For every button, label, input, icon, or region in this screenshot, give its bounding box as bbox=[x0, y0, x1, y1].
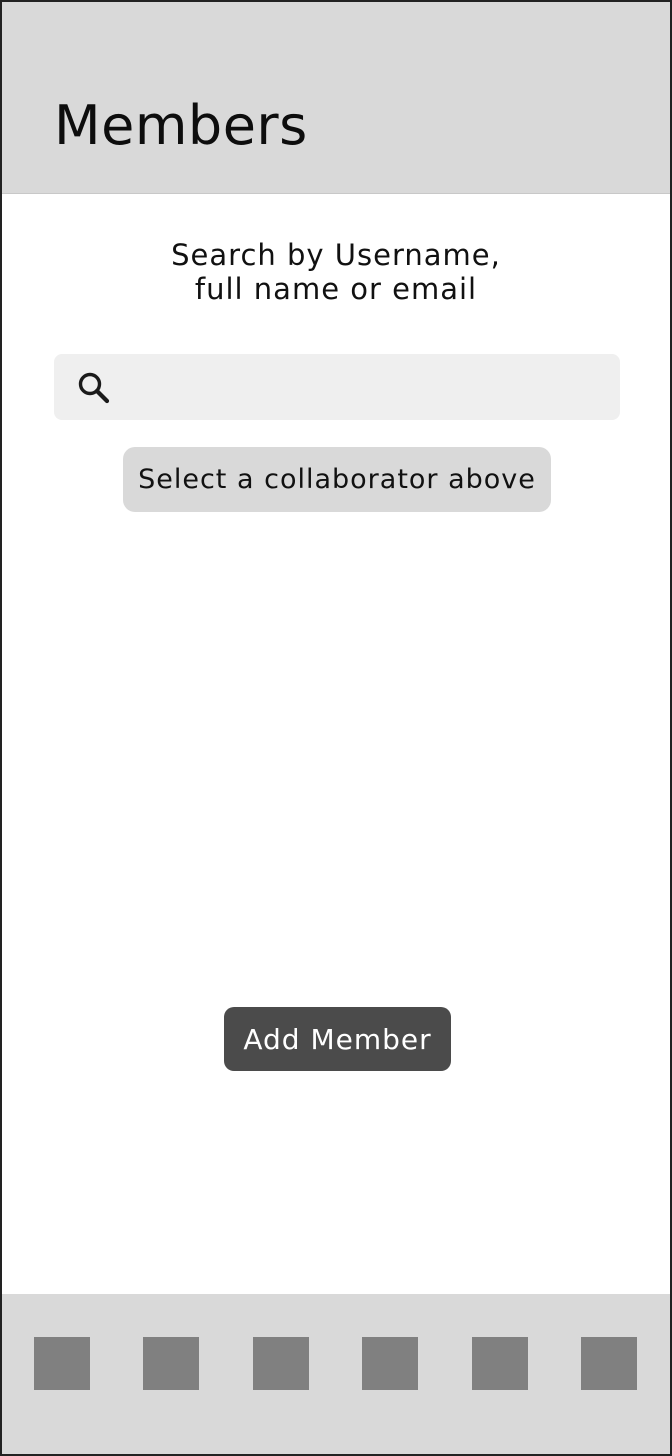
nav-item-2[interactable] bbox=[143, 1337, 199, 1390]
search-input[interactable] bbox=[130, 364, 600, 410]
search-instructions-line-2: full name or email bbox=[194, 272, 478, 306]
collaborator-selection-placeholder: Select a collaborator above bbox=[123, 447, 551, 512]
app-frame: Members Search by Username, full name or… bbox=[0, 0, 672, 1456]
nav-item-6[interactable] bbox=[581, 1337, 637, 1390]
search-instructions: Search by Username, full name or email bbox=[2, 238, 670, 306]
bottom-nav-bar bbox=[2, 1294, 670, 1454]
page-title: Members bbox=[54, 94, 308, 157]
add-member-button[interactable]: Add Member bbox=[224, 1007, 451, 1071]
search-instructions-line-1: Search by Username, bbox=[171, 238, 501, 272]
nav-item-4[interactable] bbox=[362, 1337, 418, 1390]
nav-item-3[interactable] bbox=[253, 1337, 309, 1390]
search-field[interactable] bbox=[54, 354, 620, 420]
nav-item-1[interactable] bbox=[34, 1337, 90, 1390]
search-icon bbox=[76, 370, 112, 406]
nav-item-5[interactable] bbox=[472, 1337, 528, 1390]
header-bar: Members bbox=[2, 2, 670, 194]
